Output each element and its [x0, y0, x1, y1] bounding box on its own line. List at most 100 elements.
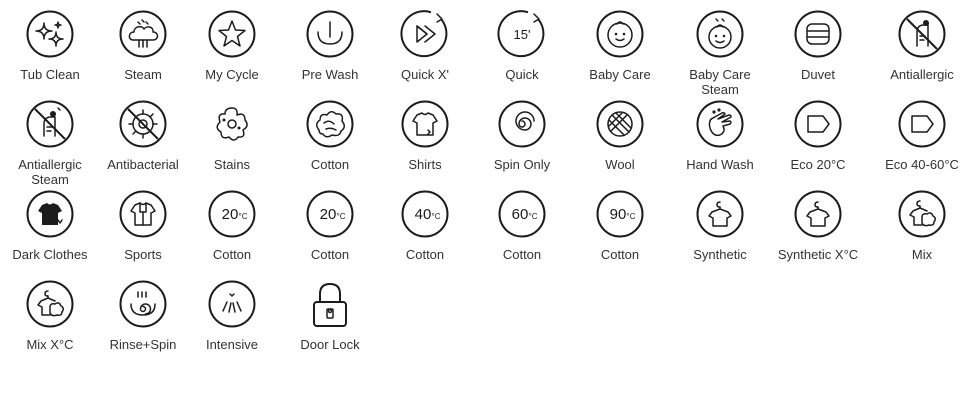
temp-unit: °C [627, 212, 636, 221]
yarn-ball-icon [596, 100, 644, 148]
program-quick: 15' Quick [472, 10, 572, 82]
temp-badge-icon: 20 °C [208, 190, 256, 238]
program-synthetic: Synthetic [670, 190, 770, 262]
program-spin-only: Spin Only [472, 100, 572, 172]
fast-forward-icon [400, 10, 449, 58]
program-duvet: Duvet [768, 10, 868, 82]
program-label: Quick X' [401, 67, 449, 82]
timer-15-icon: 15' [497, 10, 546, 58]
program-label: Mix X°C [26, 337, 74, 352]
program-label: Wool [605, 157, 635, 172]
program-label: Antiallergic Steam [18, 157, 82, 187]
program-stains: Stains [182, 100, 282, 172]
no-mite-steam-icon [26, 100, 74, 148]
program-label: Eco 20°C [790, 157, 846, 172]
program-label: Antiallergic [890, 67, 954, 82]
program-mix-x: Mix X°C [0, 280, 100, 352]
program-eco-40-60: Eco 40-60°C [872, 100, 972, 172]
program-label: Door Lock [300, 337, 360, 352]
program-baby-care-steam: Baby Care Steam [670, 10, 770, 97]
no-mite-icon [898, 10, 946, 58]
program-antibacterial: Antibacterial [93, 100, 193, 172]
steam-cloud-icon [119, 10, 167, 58]
program-label: Sports [124, 247, 162, 262]
temp-value: 90 [610, 206, 627, 223]
star-icon [208, 10, 256, 58]
program-eco-20: Eco 20°C [768, 100, 868, 172]
program-label: Synthetic X°C [777, 247, 859, 262]
program-label: Eco 40-60°C [885, 157, 959, 172]
program-label: Mix [911, 247, 933, 262]
eco-tag-icon [794, 100, 842, 148]
program-label: Cotton [310, 247, 350, 262]
dark-shirt-icon [26, 190, 74, 238]
temp-unit: °C [337, 212, 346, 221]
hanger-shirt-icon [696, 190, 744, 238]
program-label: Shirts [408, 157, 442, 172]
program-label: Synthetic [693, 247, 747, 262]
program-rinse-spin: Rinse+Spin [93, 280, 193, 352]
program-label: Baby Care Steam [689, 67, 751, 97]
temp-value: 20 [320, 206, 337, 223]
program-antiallergic: Antiallergic [872, 10, 972, 82]
program-cotton-40: 40 °C Cotton [375, 190, 475, 262]
padlock-icon [306, 280, 354, 328]
hanger-mix-icon [898, 190, 946, 238]
program-label: Tub Clean [20, 67, 80, 82]
program-mix: Mix [872, 190, 972, 262]
program-baby-care: Baby Care [570, 10, 670, 82]
baby-steam-icon [696, 10, 744, 58]
cotton-cloud-icon [306, 100, 354, 148]
program-label: Antibacterial [107, 157, 179, 172]
temp-value: 20 [222, 206, 239, 223]
program-sports: Sports [93, 190, 193, 262]
temp-unit: °C [239, 212, 248, 221]
intensive-spray-icon [208, 280, 256, 328]
temp-badge-icon: 60 °C [498, 190, 546, 238]
program-label: Duvet [801, 67, 835, 82]
timer-value: 15' [514, 27, 531, 42]
program-label: Steam [124, 67, 162, 82]
program-tub-clean: Tub Clean [0, 10, 100, 82]
spiral-icon [498, 100, 546, 148]
program-door-lock: Door Lock [280, 280, 380, 352]
program-label: Intensive [205, 337, 259, 352]
program-label: Cotton [502, 247, 542, 262]
stain-splat-icon [208, 100, 256, 148]
sparkles-icon [26, 10, 74, 58]
program-label: Spin Only [493, 157, 551, 172]
program-shirts: Shirts [375, 100, 475, 172]
temp-value: 60 [512, 206, 529, 223]
program-label: My Cycle [205, 67, 259, 82]
tub-drop-icon [306, 10, 354, 58]
hanger-shirt-icon [794, 190, 842, 238]
eco-tag-icon [898, 100, 946, 148]
program-intensive: Intensive [182, 280, 282, 352]
temp-badge-icon: 40 °C [401, 190, 449, 238]
baby-face-icon [596, 10, 644, 58]
hanger-mix-icon [26, 280, 74, 328]
program-label: Quick [505, 67, 539, 82]
temp-unit: °C [529, 212, 538, 221]
no-bacteria-icon [119, 100, 167, 148]
program-label: Pre Wash [301, 67, 359, 82]
rinse-spin-icon [119, 280, 167, 328]
temp-unit: °C [432, 212, 441, 221]
program-label: Cotton [405, 247, 445, 262]
program-label: Baby Care [589, 67, 651, 82]
hand-drops-icon [696, 100, 744, 148]
program-synthetic-x: Synthetic X°C [768, 190, 868, 262]
program-label: Cotton [600, 247, 640, 262]
program-label: Cotton [212, 247, 252, 262]
temp-value: 40 [415, 206, 432, 223]
duvet-icon [794, 10, 842, 58]
program-label: Stains [213, 157, 251, 172]
program-my-cycle: My Cycle [182, 10, 282, 82]
program-cotton-90: 90 °C Cotton [570, 190, 670, 262]
program-hand-wash: Hand Wash [670, 100, 770, 172]
program-cotton-60: 60 °C Cotton [472, 190, 572, 262]
program-cotton-20b: 20 °C Cotton [280, 190, 380, 262]
program-steam: Steam [93, 10, 193, 82]
program-cotton: Cotton [280, 100, 380, 172]
program-label: Cotton [310, 157, 350, 172]
